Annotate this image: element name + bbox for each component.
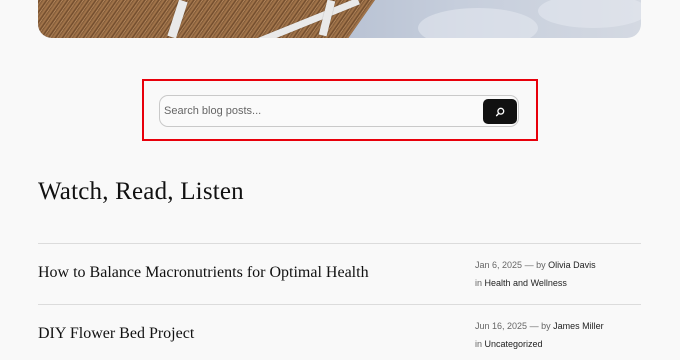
search-button[interactable] [483,99,517,124]
divider [38,304,641,305]
post-date: Jan 6, 2025 [475,260,523,270]
post-by-prefix: — by [529,321,551,331]
post-category-link[interactable]: Health and Wellness [485,278,567,288]
post-category-prefix: in [475,339,483,349]
search-icon [495,107,505,116]
post-author-link[interactable]: Olivia Davis [548,260,596,270]
post-meta: Jan 6, 2025 — by Olivia Davis in Health … [475,256,596,292]
post-by-prefix: — by [524,260,546,270]
section-title: Watch, Read, Listen [38,178,244,205]
search-input[interactable] [164,98,474,124]
post-title-link[interactable]: How to Balance Macronutrients for Optima… [38,264,369,282]
post-author-link[interactable]: James Miller [553,321,604,331]
divider [38,243,641,244]
hero-image [38,0,641,38]
post-date: Jun 16, 2025 [475,321,528,331]
post-category-prefix: in [475,278,483,288]
post-category-link[interactable]: Uncategorized [485,339,543,349]
post-meta: Jun 16, 2025 — by James Miller in Uncate… [475,317,604,353]
search-form [159,95,519,127]
post-title-link[interactable]: DIY Flower Bed Project [38,325,194,343]
